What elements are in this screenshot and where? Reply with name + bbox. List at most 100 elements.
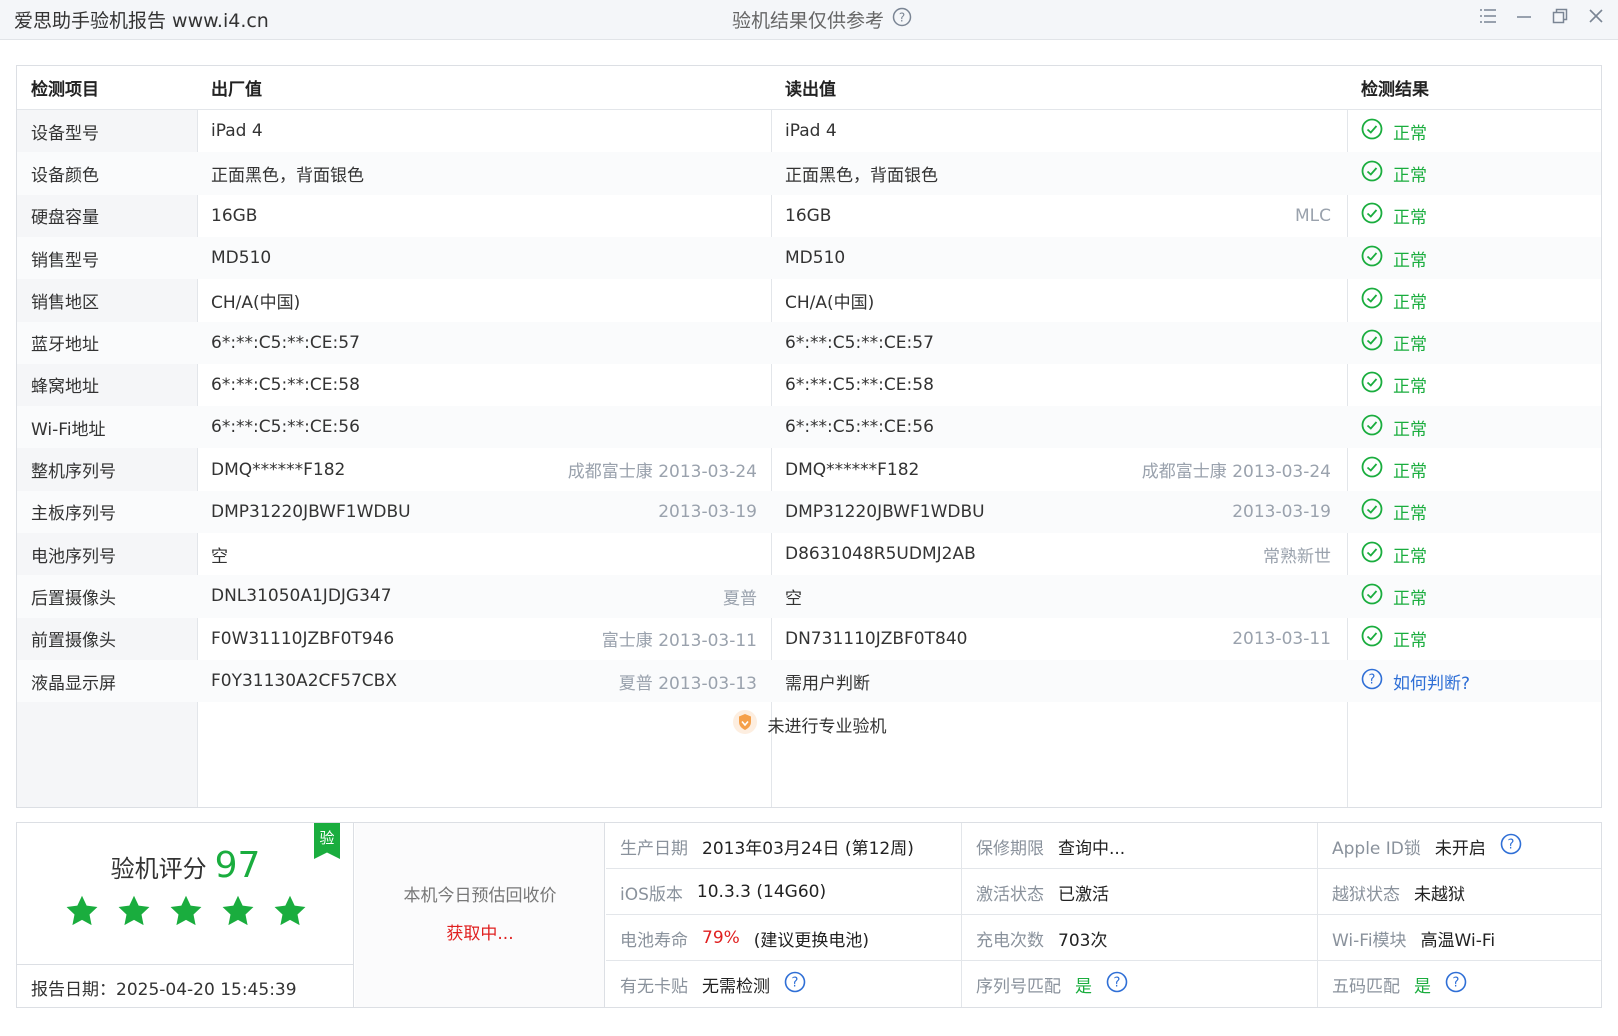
factory-value: DNL31050A1JDJG347 bbox=[211, 586, 392, 607]
row-item: 蓝牙地址 bbox=[31, 335, 99, 356]
row-item: 销售地区 bbox=[31, 292, 99, 313]
check-circle-icon bbox=[1361, 498, 1383, 525]
star-icon bbox=[116, 893, 152, 934]
row-result: 正常 bbox=[1361, 618, 1591, 660]
row-result: 正常 bbox=[1361, 237, 1591, 279]
factory-value: CH/A(中国) bbox=[211, 292, 301, 313]
result-text: 正常 bbox=[1393, 335, 1427, 356]
factory-value: F0Y31130A2CF57CBX bbox=[211, 671, 397, 692]
result-text: 正常 bbox=[1393, 165, 1427, 186]
row-item: 主板序列号 bbox=[31, 504, 116, 525]
card-sticker: 有无卡贴 无需检测 ? bbox=[606, 961, 806, 1007]
table-row: 后置摄像头 DNL31050A1JDJG347 夏普 空 正常 bbox=[17, 575, 1601, 618]
check-circle-icon bbox=[1361, 583, 1383, 610]
read-value: 空 bbox=[785, 588, 802, 609]
row-read: DN731110JZBF0T840 2013-03-11 bbox=[785, 618, 1345, 660]
factory-value: iPad 4 bbox=[211, 121, 263, 142]
result-text: 正常 bbox=[1393, 504, 1427, 525]
row-result: 正常 bbox=[1361, 110, 1591, 152]
apple-id-lock: Apple ID锁 未开启 ? bbox=[1318, 823, 1522, 869]
score-box: 验 验机评分 97 报告日期：2025-04-20 15:45:39 bbox=[17, 823, 354, 1007]
read-value: DMP31220JBWF1WDBU bbox=[785, 501, 985, 522]
row-read: 6*:**:C5:**:CE:56 bbox=[785, 406, 1345, 448]
factory-value: 6*:**:C5:**:CE:58 bbox=[211, 374, 360, 395]
serial-match: 序列号匹配 是 ? bbox=[962, 961, 1128, 1007]
result-text: 正常 bbox=[1393, 250, 1427, 271]
header-read: 读出值 bbox=[785, 80, 836, 100]
help-icon[interactable]: ? bbox=[1106, 971, 1128, 998]
wifi-module: Wi-Fi模块 高温Wi-Fi bbox=[1332, 930, 1496, 951]
read-value: D8631048R5UDMJ2AB bbox=[785, 544, 976, 565]
read-value: 6*:**:C5:**:CE:56 bbox=[785, 417, 934, 438]
menu-icon[interactable] bbox=[1478, 6, 1498, 26]
warranty: 保修期限 查询中... bbox=[976, 838, 1126, 859]
table-row: 硬盘容量 16GB 16GB MLC 正常 bbox=[17, 195, 1601, 237]
row-factory: MD510 bbox=[211, 237, 771, 279]
row-item: Wi-Fi地址 bbox=[31, 419, 106, 440]
row-factory: 空 bbox=[211, 533, 771, 575]
minimize-icon[interactable] bbox=[1514, 6, 1534, 26]
factory-value: 6*:**:C5:**:CE:57 bbox=[211, 332, 360, 353]
close-icon[interactable] bbox=[1586, 6, 1606, 26]
read-value: 6*:**:C5:**:CE:57 bbox=[785, 332, 934, 353]
check-circle-icon bbox=[1361, 160, 1383, 187]
factory-note: 富士康 2013-03-11 bbox=[601, 631, 757, 652]
read-note: 常熟新世 bbox=[1263, 546, 1331, 567]
row-result: 正常 bbox=[1361, 575, 1591, 617]
row-factory: 正面黑色，背面银色 bbox=[211, 152, 771, 194]
table-row: 设备颜色 正面黑色，背面银色 正面黑色，背面银色 正常 bbox=[17, 152, 1601, 195]
notice-text: 未进行专业验机 bbox=[767, 716, 887, 737]
row-factory: iPad 4 bbox=[211, 110, 771, 152]
result-text: 正常 bbox=[1393, 377, 1427, 398]
star-icon bbox=[64, 893, 100, 934]
row-factory: DMQ******F182 成都富士康 2013-03-24 bbox=[211, 448, 771, 490]
row-result[interactable]: ? 如何判断? bbox=[1361, 660, 1591, 702]
row-factory: F0W31110JZBF0T946 富士康 2013-03-11 bbox=[211, 618, 771, 660]
table-row: 蓝牙地址 6*:**:C5:**:CE:57 6*:**:C5:**:CE:57 正常 bbox=[17, 321, 1601, 364]
center-title: 验机结果仅供参考 ? bbox=[732, 6, 912, 33]
factory-value: F0W31110JZBF0T946 bbox=[211, 628, 395, 649]
factory-note: 2013-03-19 bbox=[658, 501, 757, 522]
title-bar: 爱思助手验机报告 www.i4.cn 验机结果仅供参考 ? bbox=[0, 0, 1618, 40]
check-circle-icon bbox=[1361, 329, 1383, 356]
row-factory: CH/A(中国) bbox=[211, 279, 771, 321]
row-read: 正面黑色，背面银色 bbox=[785, 152, 1345, 194]
help-icon[interactable]: ? bbox=[892, 7, 912, 32]
check-circle-icon bbox=[1361, 625, 1383, 652]
check-circle-icon bbox=[1361, 245, 1383, 272]
table-header: 检测项目 出厂值 读出值 检测结果 bbox=[17, 66, 1601, 110]
score-label: 验机评分 bbox=[110, 855, 207, 883]
row-result: 正常 bbox=[1361, 448, 1591, 490]
row-result: 正常 bbox=[1361, 364, 1591, 406]
read-note: 2013-03-19 bbox=[1232, 501, 1331, 522]
read-note: 成都富士康 2013-03-24 bbox=[1141, 462, 1331, 483]
price-value[interactable]: 获取中... bbox=[355, 919, 605, 944]
header-factory: 出厂值 bbox=[211, 80, 262, 100]
five-code-match: 五码匹配 是 ? bbox=[1318, 961, 1467, 1007]
help-icon[interactable]: ? bbox=[1445, 971, 1467, 998]
row-read: 6*:**:C5:**:CE:58 bbox=[785, 364, 1345, 406]
jailbreak-status: 越狱状态 未越狱 bbox=[1332, 884, 1465, 905]
row-factory: 6*:**:C5:**:CE:56 bbox=[211, 406, 771, 448]
row-result: 正常 bbox=[1361, 195, 1591, 237]
help-icon[interactable]: ? bbox=[1500, 833, 1522, 860]
score-value: 97 bbox=[214, 845, 261, 886]
battery-life: 电池寿命 79% (建议更换电池) bbox=[620, 928, 870, 951]
help-icon[interactable]: ? bbox=[784, 971, 806, 998]
result-text: 正常 bbox=[1393, 123, 1427, 144]
row-result: 正常 bbox=[1361, 279, 1591, 321]
help-icon: ? bbox=[1361, 668, 1383, 695]
read-value: 正面黑色，背面银色 bbox=[785, 165, 938, 186]
row-read: MD510 bbox=[785, 237, 1345, 279]
check-circle-icon bbox=[1361, 456, 1383, 483]
factory-value: MD510 bbox=[211, 248, 272, 269]
row-read: DMQ******F182 成都富士康 2013-03-24 bbox=[785, 448, 1345, 490]
factory-value: 正面黑色，背面银色 bbox=[211, 165, 364, 186]
star-rating bbox=[17, 893, 354, 934]
restore-icon[interactable] bbox=[1550, 6, 1570, 26]
inspection-table: 检测项目 出厂值 读出值 检测结果 设备型号 iPad 4 iPad 4 正常 设备颜色… bbox=[16, 65, 1602, 808]
read-value: 6*:**:C5:**:CE:58 bbox=[785, 374, 934, 395]
read-value: CH/A(中国) bbox=[785, 292, 875, 313]
factory-note: 成都富士康 2013-03-24 bbox=[567, 462, 757, 483]
svg-text:?: ? bbox=[1453, 975, 1460, 990]
